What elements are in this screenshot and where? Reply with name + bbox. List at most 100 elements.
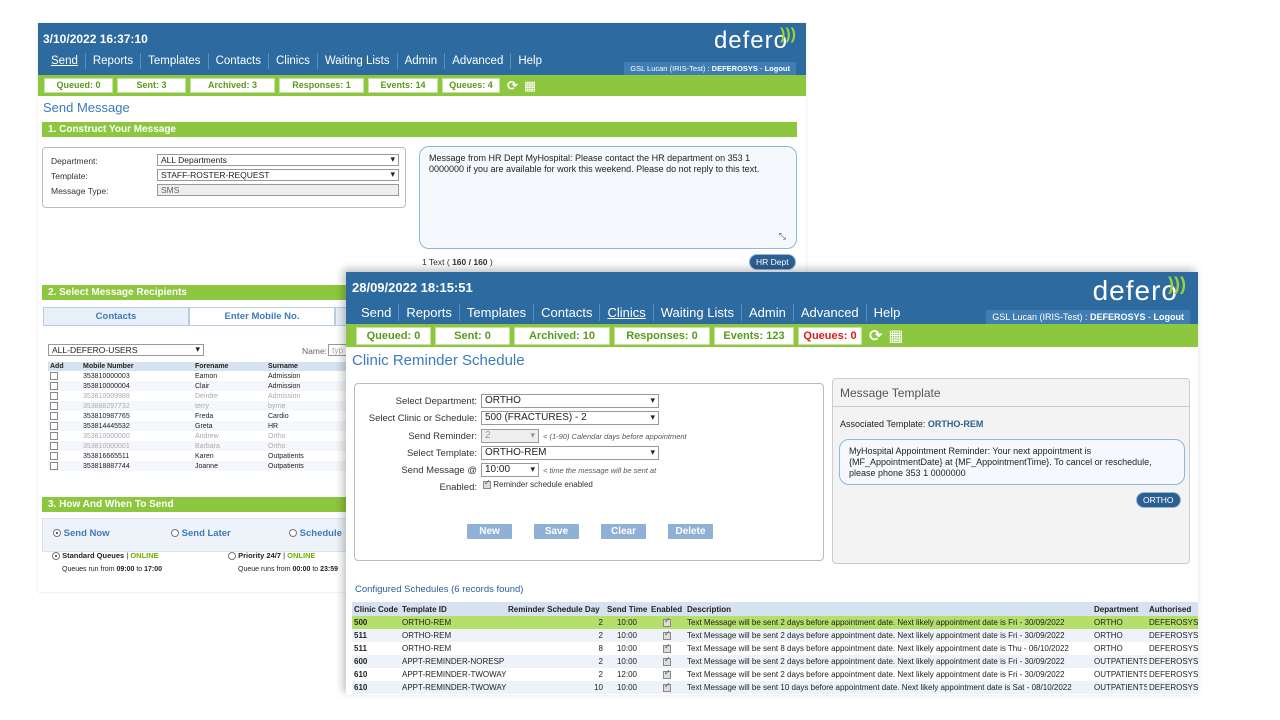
- tab-enter-mobile[interactable]: Enter Mobile No.: [189, 307, 335, 325]
- nav-contacts[interactable]: Contacts: [534, 304, 601, 321]
- archived-button[interactable]: Archived: 3: [190, 78, 275, 93]
- nav-reports[interactable]: Reports: [86, 53, 142, 69]
- recipient-row[interactable]: 353810000001 Barbara Ortho: [48, 441, 384, 451]
- recipient-checkbox[interactable]: [48, 381, 81, 391]
- resize-handle-icon[interactable]: ⤡: [779, 231, 786, 242]
- enabled-checkbox[interactable]: [483, 478, 491, 489]
- schedule-row[interactable]: 610 APPT-REMINDER-TWOWAY 2 12:00 Text Messag…: [352, 668, 1198, 681]
- recipient-row[interactable]: 353810009988 Deirdre Admission: [48, 391, 384, 401]
- checkbox[interactable]: [50, 382, 58, 390]
- recipient-checkbox[interactable]: [48, 401, 81, 411]
- schedule-row[interactable]: 500 ORTHO-REM 2 10:00 Text Message will be s…: [352, 616, 1198, 629]
- standard-queue-radio[interactable]: [52, 552, 60, 561]
- department-select[interactable]: ALL Departments ▾: [157, 154, 399, 166]
- schedule-radio[interactable]: [289, 529, 297, 538]
- checkbox[interactable]: [50, 412, 58, 420]
- checkbox[interactable]: [50, 452, 58, 460]
- recipient-row[interactable]: 353810987765 Freda Cardio: [48, 411, 384, 421]
- message-textarea[interactable]: Message from HR Dept MyHospital: Please …: [419, 146, 797, 249]
- recipient-checkbox[interactable]: [48, 371, 81, 381]
- priority-queue-option[interactable]: Priority 24/7 | ONLINE: [228, 551, 316, 561]
- nav-waiting-lists[interactable]: Waiting Lists: [654, 304, 742, 321]
- clear-button[interactable]: Clear: [601, 524, 646, 539]
- recipient-row[interactable]: 353814445532 Greta HR: [48, 421, 384, 431]
- responses-button[interactable]: Responses: 1: [279, 78, 364, 93]
- nav-waiting-lists[interactable]: Waiting Lists: [318, 53, 398, 69]
- refresh-icon[interactable]: ⟳: [507, 78, 518, 94]
- grid-icon[interactable]: ▦: [888, 326, 903, 346]
- save-button[interactable]: Save: [534, 524, 579, 539]
- recipient-checkbox[interactable]: [48, 461, 81, 471]
- recipient-row[interactable]: 353888297732 terry byrne: [48, 401, 384, 411]
- nav-help[interactable]: Help: [867, 304, 908, 321]
- nav-send[interactable]: Send: [44, 53, 86, 69]
- nav-send[interactable]: Send: [354, 304, 400, 321]
- schedule-row[interactable]: 511 ORTHO-REM 2 10:00 Text Message will be s…: [352, 629, 1198, 642]
- nav-clinics[interactable]: Clinics: [600, 304, 654, 321]
- responses-button[interactable]: Responses: 0: [614, 326, 710, 345]
- clinic-select[interactable]: 500 (FRACTURES) - 2 ▾: [481, 411, 659, 425]
- recipient-checkbox[interactable]: [48, 411, 81, 421]
- checkbox[interactable]: [50, 462, 58, 470]
- checkbox[interactable]: [50, 372, 58, 380]
- recipient-row[interactable]: 353816665511 Karen Outpatients: [48, 451, 384, 461]
- enabled-option[interactable]: Reminder schedule enabled: [483, 478, 593, 489]
- template-select[interactable]: STAFF-ROSTER-REQUEST ▾: [157, 169, 399, 181]
- schedule-row[interactable]: 511 ORTHO-REM 8 10:00 Text Message will be s…: [352, 642, 1198, 655]
- tab-contacts[interactable]: Contacts: [43, 307, 189, 325]
- queued-button[interactable]: Queued: 0: [44, 78, 113, 93]
- queues-button[interactable]: Queues: 4: [442, 78, 500, 93]
- grid-icon[interactable]: ▦: [524, 78, 536, 94]
- schedule-option[interactable]: Schedule: [289, 528, 342, 539]
- recipient-row[interactable]: 353818887744 Joanne Outpatients: [48, 461, 384, 471]
- nav-advanced[interactable]: Advanced: [794, 304, 867, 321]
- nav-help[interactable]: Help: [511, 53, 549, 69]
- queued-button[interactable]: Queued: 0: [356, 326, 431, 345]
- send-later-radio[interactable]: [171, 529, 179, 538]
- recipient-row[interactable]: 353810000004 Clair Admission: [48, 381, 384, 391]
- recipient-checkbox[interactable]: [48, 451, 81, 461]
- send-now-option[interactable]: Send Now: [53, 528, 110, 539]
- logout-link[interactable]: Logout: [765, 64, 790, 73]
- checkbox[interactable]: [50, 402, 58, 410]
- nav-admin[interactable]: Admin: [742, 304, 794, 321]
- refresh-icon[interactable]: ⟳: [869, 326, 882, 346]
- send-later-option[interactable]: Send Later: [171, 528, 231, 539]
- recipient-checkbox[interactable]: [48, 421, 81, 431]
- new-button[interactable]: New: [467, 524, 512, 539]
- template-select[interactable]: ORTHO-REM ▾: [481, 446, 659, 460]
- checkbox[interactable]: [50, 442, 58, 450]
- logout-link[interactable]: Logout: [1154, 312, 1185, 322]
- archived-button[interactable]: Archived: 10: [514, 326, 610, 345]
- sent-button[interactable]: Sent: 3: [117, 78, 186, 93]
- events-button[interactable]: Events: 123: [714, 326, 794, 345]
- sent-button[interactable]: Sent: 0: [435, 326, 510, 345]
- events-button[interactable]: Events: 14: [368, 78, 438, 93]
- reminder-days-select[interactable]: 2 ▾: [481, 429, 539, 443]
- nav-clinics[interactable]: Clinics: [269, 53, 318, 69]
- department-select[interactable]: ORTHO ▾: [481, 394, 659, 408]
- send-now-radio[interactable]: [53, 529, 61, 538]
- checkbox[interactable]: [50, 432, 58, 440]
- nav-admin[interactable]: Admin: [398, 53, 446, 69]
- checkbox[interactable]: [50, 422, 58, 430]
- nav-advanced[interactable]: Advanced: [445, 53, 512, 69]
- nav-reports[interactable]: Reports: [399, 304, 460, 321]
- schedule-row[interactable]: 600 APPT-REMINDER-NORESP 2 10:00 Text Messag…: [352, 655, 1198, 668]
- nav-contacts[interactable]: Contacts: [209, 53, 269, 69]
- send-time-select[interactable]: 10:00 ▾: [481, 463, 539, 477]
- recipient-checkbox[interactable]: [48, 431, 81, 441]
- delete-button[interactable]: Delete: [668, 524, 713, 539]
- nav-templates[interactable]: Templates: [460, 304, 535, 321]
- group-select[interactable]: ALL-DEFERO-USERS ▾: [48, 344, 204, 356]
- recipient-row[interactable]: 353810000000 Andrew Ortho: [48, 431, 384, 441]
- checkbox[interactable]: [50, 392, 58, 400]
- standard-queue-option[interactable]: Standard Queues | ONLINE: [52, 551, 159, 561]
- recipient-row[interactable]: 353810000003 Eamon Admission: [48, 371, 384, 381]
- recipient-checkbox[interactable]: [48, 391, 81, 401]
- recipient-checkbox[interactable]: [48, 441, 81, 451]
- schedule-row[interactable]: 610 APPT-REMINDER-TWOWAY 10 10:00 Text Messa…: [352, 681, 1198, 694]
- nav-templates[interactable]: Templates: [141, 53, 209, 69]
- priority-queue-radio[interactable]: [228, 552, 236, 561]
- queues-button[interactable]: Queues: 0: [798, 326, 862, 345]
